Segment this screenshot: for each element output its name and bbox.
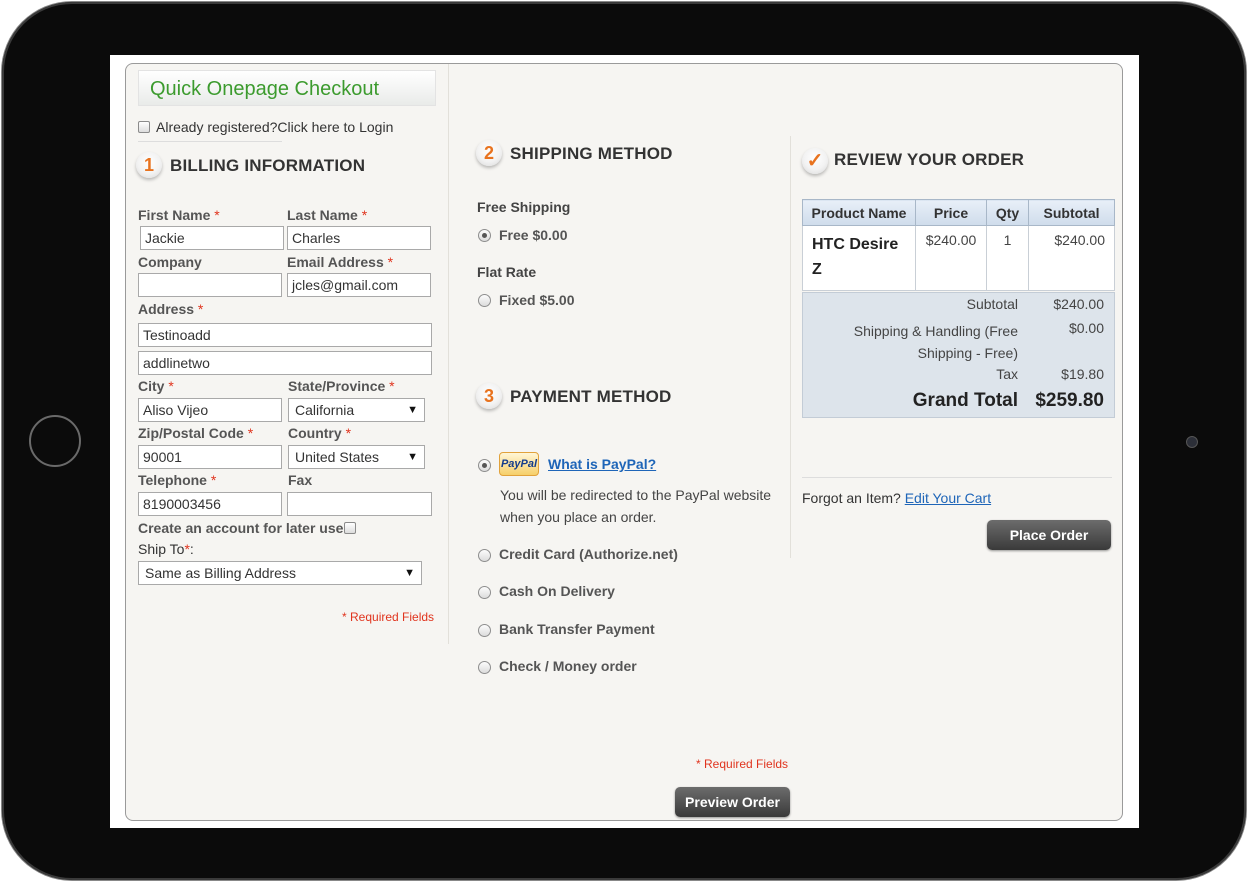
column-divider — [448, 64, 449, 644]
credit-card-radio[interactable] — [478, 549, 491, 562]
zip-input[interactable]: 90001 — [138, 445, 282, 469]
check-money-order-option[interactable]: Check / Money order — [499, 658, 637, 674]
address-line1-input[interactable]: Testinoadd — [138, 323, 432, 347]
required-fields-note: * Required Fields — [696, 757, 789, 771]
edit-cart-link[interactable]: Edit Your Cart — [905, 490, 991, 506]
flat-rate-radio[interactable] — [478, 294, 491, 307]
free-shipping-option[interactable]: Free $0.00 — [499, 227, 568, 243]
checkout-title: Quick Onepage Checkout — [138, 70, 436, 106]
paypal-logo: PayPal — [499, 452, 539, 476]
paypal-radio[interactable] — [478, 459, 491, 472]
company-input[interactable] — [138, 273, 282, 297]
address-label: Address * — [138, 301, 204, 317]
email-label: Email Address * — [287, 254, 394, 270]
city-input[interactable]: Aliso Vijeo — [138, 398, 282, 422]
free-shipping-radio[interactable] — [478, 229, 491, 242]
credit-card-option[interactable]: Credit Card (Authorize.net) — [499, 546, 678, 562]
product-name-line2: Z — [812, 261, 822, 278]
fax-label: Fax — [288, 472, 313, 488]
qty-cell: 1 — [986, 225, 1029, 291]
payment-title: PAYMENT METHOD — [510, 387, 672, 406]
checkmark-icon: ✓ — [802, 148, 828, 174]
already-registered-checkbox[interactable] — [138, 121, 150, 133]
tax-value: $19.80 — [1061, 366, 1104, 382]
screen: Quick Onepage Checkout Already registere… — [110, 55, 1139, 828]
telephone-input[interactable]: 8190003456 — [138, 492, 282, 516]
step-3-icon: 3 — [476, 383, 502, 409]
table-row: HTC Desire Z $240.00 1 $240.00 — [802, 225, 1115, 291]
home-button[interactable] — [29, 415, 81, 467]
dropdown-arrow-icon: ▼ — [404, 567, 415, 579]
ship-to-label: Ship To*: — [138, 541, 194, 557]
tax-label: Tax — [996, 366, 1018, 382]
flat-rate-group: Flat Rate — [477, 264, 537, 280]
country-value: United States — [295, 449, 380, 465]
state-select[interactable]: California ▼ — [288, 398, 425, 422]
order-totals: Subtotal $240.00 Shipping & Handling (Fr… — [802, 292, 1115, 418]
dropdown-arrow-icon: ▼ — [407, 451, 418, 463]
shipping-title: SHIPPING METHOD — [510, 144, 673, 163]
grand-total-value: $259.80 — [1035, 390, 1104, 411]
subtotal-cell: $240.00 — [1028, 225, 1115, 291]
last-name-label: Last Name * — [287, 207, 368, 223]
place-order-button[interactable]: Place Order — [987, 520, 1111, 550]
fax-input[interactable] — [287, 492, 432, 516]
billing-title: BILLING INFORMATION — [170, 156, 366, 175]
flat-rate-option[interactable]: Fixed $5.00 — [499, 292, 575, 308]
company-label: Company — [138, 254, 202, 270]
header-qty: Qty — [986, 199, 1029, 226]
country-label: Country * — [288, 425, 352, 441]
cash-on-delivery-option[interactable]: Cash On Delivery — [499, 583, 615, 599]
forgot-item: Forgot an Item? Edit Your Cart — [802, 490, 991, 506]
header-price: Price — [915, 199, 987, 226]
price-cell: $240.00 — [915, 225, 987, 291]
what-is-paypal-link[interactable]: What is PayPal? — [548, 456, 656, 472]
country-select[interactable]: United States ▼ — [288, 445, 425, 469]
shipping-value: $0.00 — [1068, 320, 1104, 336]
address-line2-input[interactable]: addlinetwo — [138, 351, 432, 375]
divider — [138, 141, 282, 142]
billing-required-note: * Required Fields — [342, 610, 435, 624]
login-link[interactable]: Already registered?Click here to Login — [156, 119, 393, 135]
step-2-icon: 2 — [476, 140, 502, 166]
bank-transfer-option[interactable]: Bank Transfer Payment — [499, 621, 655, 637]
subtotal-label: Subtotal — [966, 296, 1018, 312]
city-label: City * — [138, 378, 174, 394]
create-account-label: Create an account for later use — [138, 520, 344, 536]
grand-total-label: Grand Total — [912, 390, 1018, 411]
subtotal-value: $240.00 — [1053, 296, 1104, 312]
zip-label: Zip/Postal Code * — [138, 425, 254, 441]
header-subtotal: Subtotal — [1028, 199, 1115, 226]
review-table: Product Name Price Qty Subtotal HTC Desi… — [802, 199, 1115, 291]
ship-to-select[interactable]: Same as Billing Address ▼ — [138, 561, 422, 585]
state-value: California — [295, 402, 355, 418]
create-account-checkbox[interactable] — [344, 522, 356, 534]
email-input[interactable]: jcles@gmail.com — [287, 273, 431, 297]
header-product-name: Product Name — [802, 199, 916, 226]
last-name-input[interactable]: Charles — [287, 226, 431, 250]
state-label: State/Province * — [288, 378, 395, 394]
free-shipping-group: Free Shipping — [477, 199, 571, 215]
product-name-cell: HTC Desire Z — [802, 225, 916, 291]
shipping-handling-label: Shipping & Handling (Free Shipping - Fre… — [853, 323, 1018, 361]
forgot-text: Forgot an Item? — [802, 490, 901, 506]
bank-transfer-radio[interactable] — [478, 624, 491, 637]
check-money-order-radio[interactable] — [478, 661, 491, 674]
checkout-panel: Quick Onepage Checkout Already registere… — [125, 63, 1123, 821]
paypal-description-line2: when you place an order. — [500, 509, 657, 525]
review-title: REVIEW YOUR ORDER — [834, 150, 1025, 169]
first-name-label: First Name * — [138, 207, 220, 223]
telephone-label: Telephone * — [138, 472, 217, 488]
cash-on-delivery-radio[interactable] — [478, 586, 491, 599]
product-name-line1: HTC Desire — [812, 236, 899, 253]
dropdown-arrow-icon: ▼ — [407, 404, 418, 416]
preview-order-button[interactable]: Preview Order — [675, 787, 790, 817]
camera-icon — [1186, 436, 1198, 448]
divider — [802, 477, 1112, 478]
ship-to-value: Same as Billing Address — [145, 565, 296, 581]
column-divider — [790, 136, 791, 558]
first-name-input[interactable]: Jackie — [140, 226, 284, 250]
step-1-icon: 1 — [136, 152, 162, 178]
paypal-description-line1: You will be redirected to the PayPal web… — [500, 487, 772, 503]
